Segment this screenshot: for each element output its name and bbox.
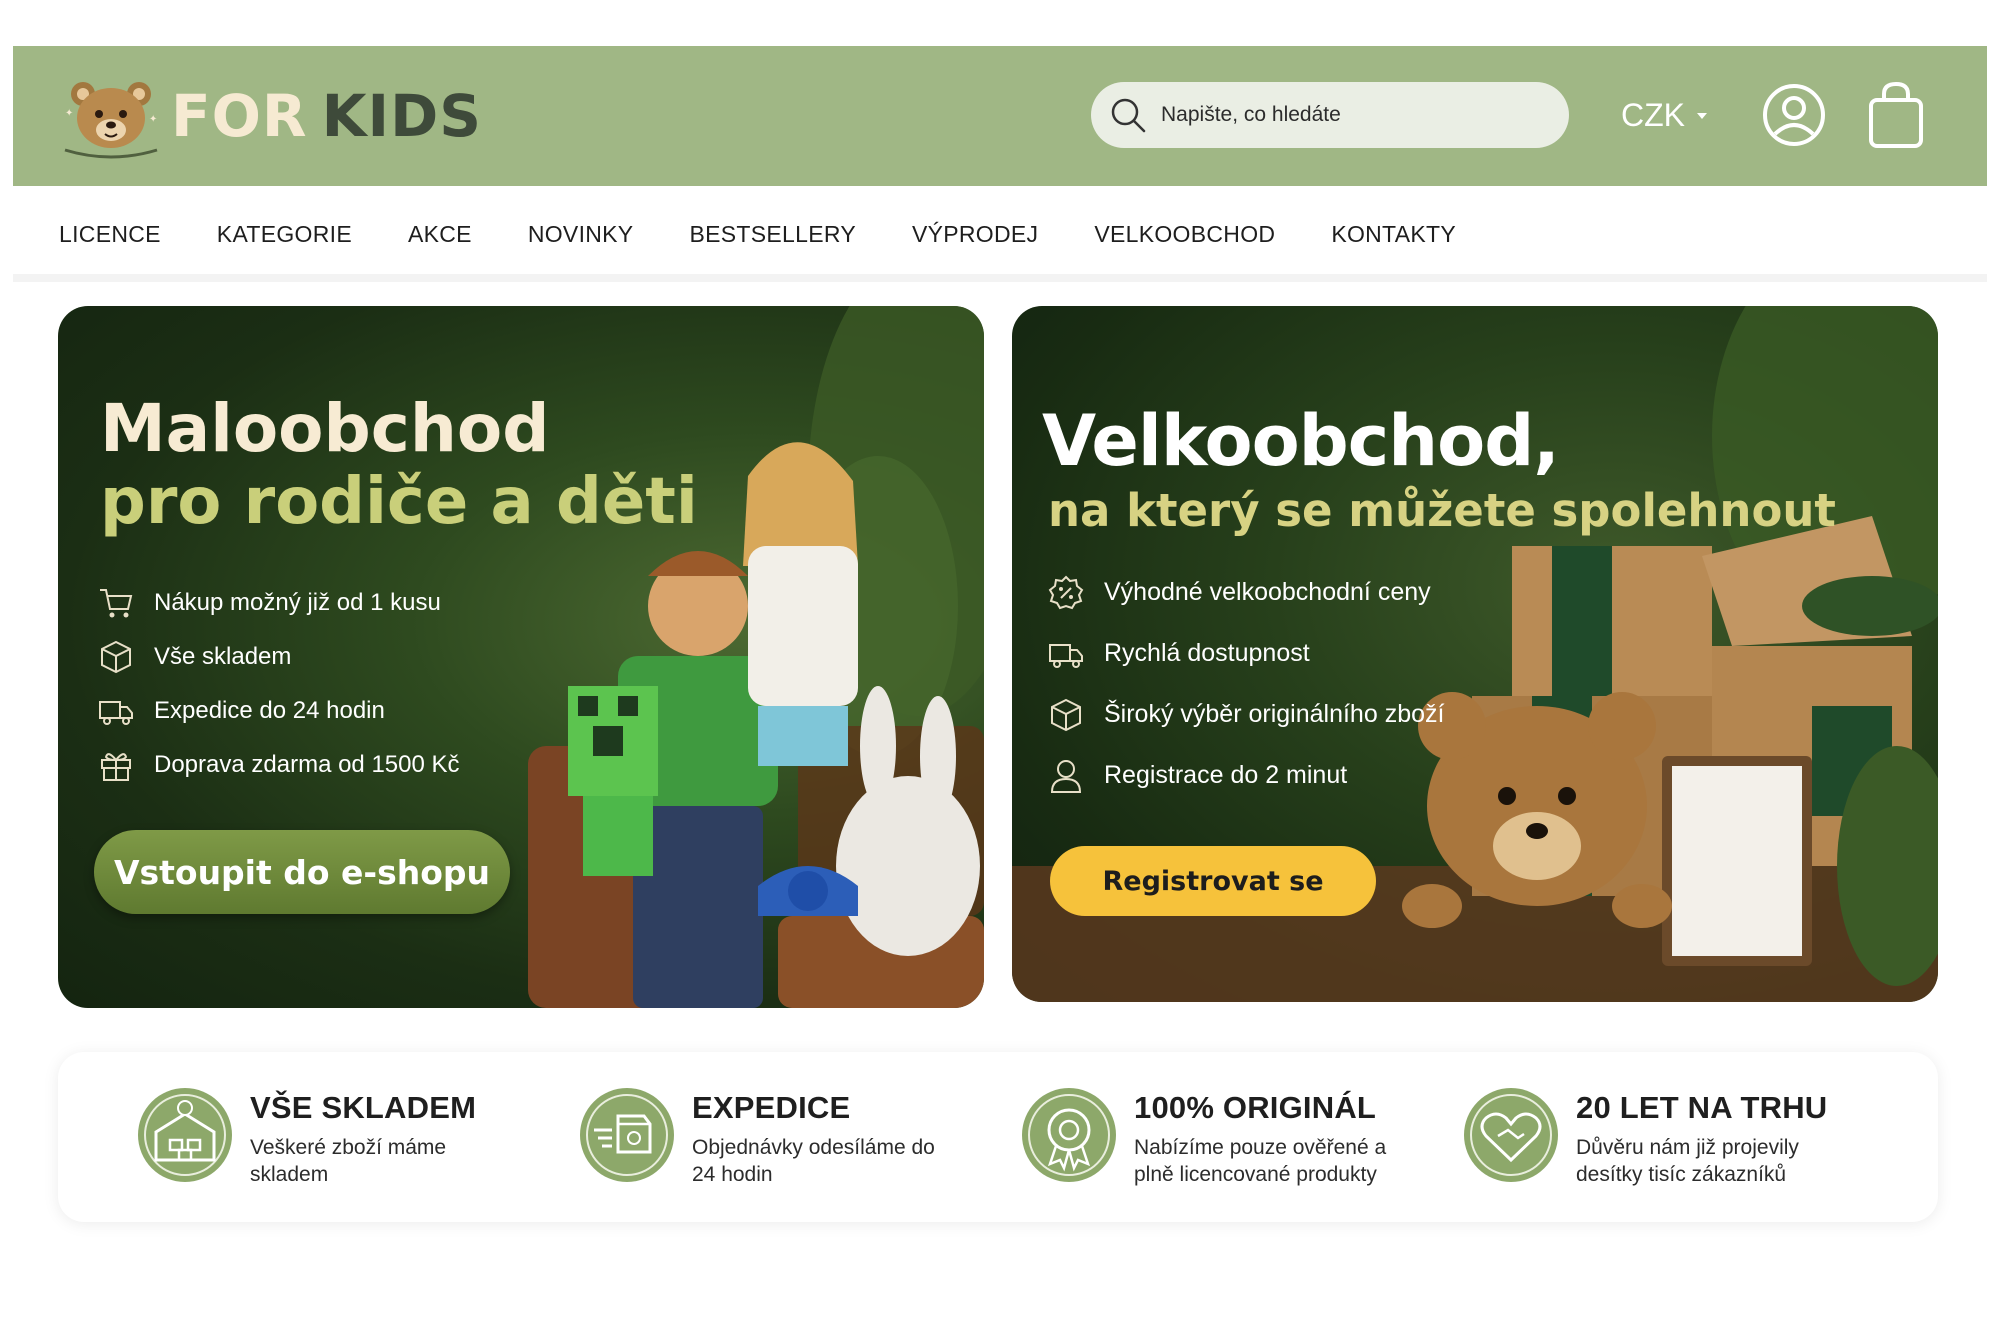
retail-feature-text: Doprava zdarma od 1500 Kč [154, 751, 460, 778]
nav-item-novinky[interactable]: NOVINKY [528, 221, 634, 248]
trust-title: VŠE SKLADEM [250, 1090, 477, 1125]
wholesale-feature-text: Rychlá dostupnost [1104, 639, 1310, 667]
page: ✦ ✦ FOR KIDS CZK [0, 0, 2000, 1334]
nav-item-vyprodej[interactable]: VÝPRODEJ [912, 221, 1038, 248]
search-icon [1111, 98, 1146, 133]
enter-eshop-button[interactable]: Vstoupit do e-shopu [94, 830, 510, 914]
wholesale-feature-item: Rychlá dostupnost [1048, 623, 1444, 684]
trust-item-original: 100% ORIGINÁL Nabízíme pouze ověřené a p… [1020, 1086, 1404, 1188]
site-header: ✦ ✦ FOR KIDS CZK [13, 46, 1987, 186]
wholesale-subtitle: na který se můžete spolehnout [1048, 484, 1836, 537]
retail-feature-text: Nákup možný již od 1 kusu [154, 589, 441, 616]
retail-feature-list: Nákup možný již od 1 kusu Vše skladem Ex… [98, 576, 460, 792]
retail-feature-item: Nákup možný již od 1 kusu [98, 576, 460, 630]
warehouse-icon [138, 1088, 232, 1182]
trust-text: Veškeré zboží máme skladem [250, 1136, 447, 1186]
retail-banner[interactable]: Maloobchod pro rodiče a děti Nákup možný… [58, 306, 984, 1008]
wholesale-feature-list: Výhodné velkoobchodní ceny Rychlá dostup… [1048, 562, 1444, 806]
svg-text:✦: ✦ [65, 108, 73, 119]
search-input[interactable] [1161, 103, 1541, 127]
wholesale-title: Velkoobchod, [1042, 400, 1560, 482]
trust-item-dispatch: EXPEDICE Objednávky odesíláme do 24 hodi… [578, 1086, 962, 1188]
cart-icon [100, 589, 133, 618]
retail-feature-text: Vše skladem [154, 643, 292, 670]
trust-text: Objednávky odesíláme do 24 hodin [692, 1136, 935, 1186]
percent-badge-icon [1048, 575, 1084, 609]
trust-item-in-stock: VŠE SKLADEM Veškeré zboží máme skladem [136, 1086, 520, 1188]
truck-icon [1049, 643, 1083, 668]
retail-feature-text: Expedice do 24 hodin [154, 697, 385, 724]
teddy-bear-logo-icon: ✦ ✦ [64, 82, 158, 159]
register-button[interactable]: Registrovat se [1050, 846, 1376, 916]
wholesale-feature-text: Výhodné velkoobchodní ceny [1104, 578, 1431, 606]
svg-text:✦: ✦ [149, 114, 157, 125]
wholesale-feature-text: Široký výběr originálního zboží [1104, 700, 1445, 728]
retail-feature-item: Vše skladem [98, 630, 460, 684]
user-icon [1050, 759, 1082, 793]
wholesale-banner[interactable]: Velkoobchod, na který se můžete spolehno… [1012, 306, 1938, 1002]
heart-handshake-icon [1464, 1088, 1558, 1182]
nav-item-bestsellery[interactable]: BESTSELLERY [689, 221, 856, 248]
wholesale-feature-item: Registrace do 2 minut [1048, 745, 1444, 806]
nav-item-licence[interactable]: LICENCE [59, 221, 161, 248]
trust-text: Důvěru nám již projevily desítky tisíc z… [1576, 1136, 1799, 1186]
nav-item-kontakty[interactable]: KONTAKTY [1331, 221, 1456, 248]
wholesale-feature-item: Široký výběr originálního zboží [1048, 684, 1444, 745]
trust-text: Nabízíme pouze ověřené a plně licencovan… [1134, 1136, 1387, 1186]
logo-text-for: FOR [171, 82, 308, 150]
retail-subtitle: pro rodiče a děti [100, 465, 698, 539]
delivery-box-icon [580, 1088, 674, 1182]
currency-selector[interactable]: CZK [1621, 94, 1707, 136]
trust-title: 20 LET NA TRHU [1576, 1090, 1828, 1125]
trust-bar: VŠE SKLADEM Veškeré zboží máme skladem E… [58, 1052, 1938, 1222]
box-icon [1051, 698, 1081, 731]
nav-item-akce[interactable]: AKCE [408, 221, 472, 248]
gift-icon [101, 753, 131, 781]
retail-feature-item: Doprava zdarma od 1500 Kč [98, 738, 460, 792]
logo-text-kids: KIDS [321, 82, 483, 150]
original-seal-icon [1022, 1088, 1116, 1182]
truck-icon [99, 701, 133, 725]
currency-value: CZK [1621, 96, 1685, 133]
retail-title: Maloobchod [100, 390, 550, 467]
logo-wordmark: FOR KIDS [171, 82, 482, 150]
nav-item-velkoobchod[interactable]: VELKOOBCHOD [1094, 221, 1275, 248]
shopping-bag-icon[interactable] [1867, 80, 1925, 150]
user-circle-icon[interactable] [1761, 82, 1827, 148]
retail-feature-item: Expedice do 24 hodin [98, 684, 460, 738]
wholesale-feature-item: Výhodné velkoobchodní ceny [1048, 562, 1444, 623]
trust-item-years: 20 LET NA TRHU Důvěru nám již projevily … [1462, 1086, 1846, 1188]
trust-title: EXPEDICE [692, 1090, 851, 1125]
nav-item-kategorie[interactable]: KATEGORIE [217, 221, 352, 248]
box-icon [101, 640, 131, 674]
search-bar[interactable] [1091, 82, 1569, 148]
logo[interactable]: ✦ ✦ FOR KIDS [61, 72, 482, 160]
main-navigation: LICENCE KATEGORIE AKCE NOVINKY BESTSELLE… [13, 186, 1987, 282]
trust-title: 100% ORIGINÁL [1134, 1090, 1377, 1125]
chevron-down-icon [1697, 113, 1707, 119]
wholesale-feature-text: Registrace do 2 minut [1104, 761, 1348, 789]
